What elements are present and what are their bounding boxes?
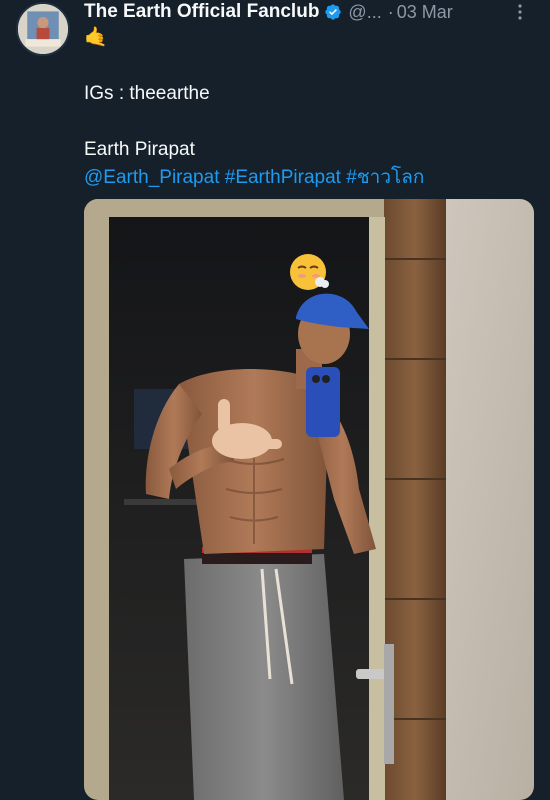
tweet-line-emoji: 🤙 bbox=[84, 24, 424, 52]
avatar-image bbox=[18, 4, 68, 54]
tweet-photo[interactable] bbox=[84, 199, 534, 800]
tweet-line-tags: @Earth_Pirapat #EarthPirapat #ชาวโลก bbox=[84, 164, 424, 192]
tweet-line-name: Earth Pirapat bbox=[84, 139, 195, 160]
hashtag-link[interactable]: #ชาวโลก bbox=[346, 167, 424, 188]
author-handle[interactable]: @... bbox=[348, 2, 381, 23]
tweet-timestamp[interactable]: 03 Mar bbox=[397, 2, 453, 23]
verified-badge-icon bbox=[325, 4, 342, 20]
tweet-text: 🤙 IGs : theearthe Earth Pirapat @Earth_P… bbox=[84, 24, 424, 192]
tweet[interactable]: The Earth Official Fanclub @... · 03 Mar… bbox=[0, 0, 550, 800]
call-me-hand-emoji: 🤙 bbox=[84, 27, 108, 48]
tweet-line-ig: IGs : theearthe bbox=[84, 83, 210, 104]
author-name[interactable]: The Earth Official Fanclub bbox=[84, 1, 319, 23]
author-avatar[interactable] bbox=[16, 2, 70, 56]
more-options-icon[interactable] bbox=[510, 2, 530, 22]
hashtag-link[interactable]: #EarthPirapat bbox=[225, 167, 341, 188]
tweet-header: The Earth Official Fanclub @... · 03 Mar bbox=[84, 0, 530, 24]
mirror-selfie-photo bbox=[84, 199, 534, 800]
header-separator: · bbox=[387, 1, 394, 22]
mention-link[interactable]: @Earth_Pirapat bbox=[84, 167, 219, 188]
